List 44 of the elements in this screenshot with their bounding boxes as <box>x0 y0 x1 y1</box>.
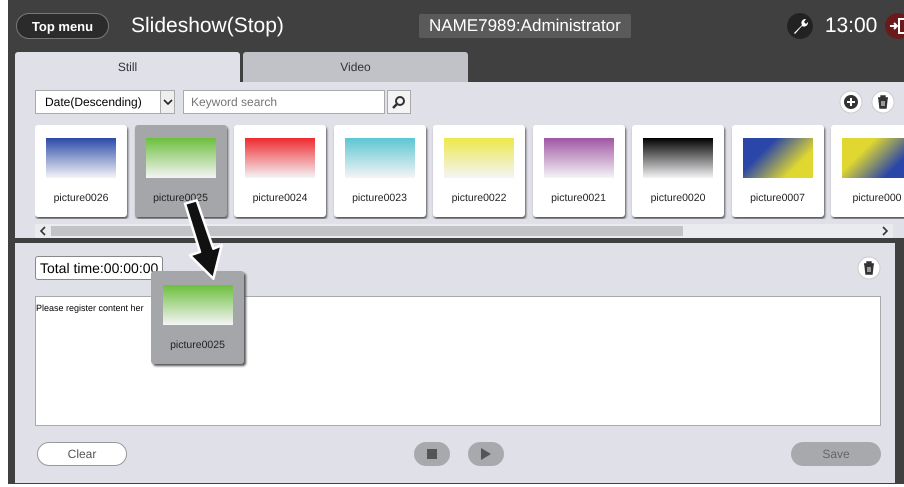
thumbnail-card[interactable]: picture0022 <box>433 125 525 217</box>
thumbnail-name: picture0020 <box>650 192 706 204</box>
trash-icon[interactable] <box>857 256 881 280</box>
playlist-hint: Please register content her <box>36 303 144 313</box>
thumbnail-card[interactable]: picture0023 <box>334 125 426 217</box>
search-field[interactable]: Keyword search <box>183 90 385 114</box>
add-icon[interactable] <box>839 90 863 114</box>
thumbnail-card[interactable]: picture0021 <box>532 125 624 217</box>
total-time-field: Total time:00:00:00 <box>35 256 164 280</box>
stop-icon <box>427 449 437 459</box>
trash-icon[interactable] <box>871 90 895 114</box>
search-icon <box>392 95 406 109</box>
thumbnail-name: picture0007 <box>750 192 805 204</box>
scroll-left-icon[interactable] <box>39 226 47 236</box>
thumbnail-name: picture000 <box>852 192 902 204</box>
clock-time: 13:00 <box>824 14 878 38</box>
caret-icon <box>162 99 172 105</box>
thumbnail-name: picture0022 <box>452 192 506 204</box>
thumbnail-name: picture0024 <box>252 192 308 204</box>
thumbnail-card[interactable]: picture0007 <box>732 125 824 217</box>
thumbnail-card[interactable]: picture0024 <box>234 125 326 217</box>
top-menu-button[interactable]: Top menu <box>16 13 109 39</box>
thumbnail-name: picture0025 <box>153 192 208 204</box>
logout-icon[interactable] <box>885 13 904 39</box>
settings-icon[interactable] <box>786 13 813 39</box>
tab[interactable]: Still <box>15 52 240 82</box>
sort-dropdown[interactable]: Date(Descending) <box>35 90 175 114</box>
search-button[interactable] <box>387 90 411 114</box>
screen-title: Slideshow(Stop) <box>131 14 285 38</box>
thumbnail-name: picture0025 <box>170 339 225 351</box>
thumbnail-name: picture0023 <box>352 192 407 204</box>
dragged-thumbnail-card[interactable]: picture0025 <box>151 271 244 364</box>
play-icon <box>481 448 491 460</box>
scrollbar[interactable] <box>35 224 893 238</box>
thumbnail-card[interactable]: picture000 <box>831 125 904 217</box>
scroll-right-icon[interactable] <box>881 226 889 236</box>
thumbnail-card[interactable]: picture0026 <box>35 125 127 217</box>
thumbnail-name: picture0026 <box>54 192 108 204</box>
thumbnail-card[interactable]: picture0020 <box>632 125 724 217</box>
thumbnail-card[interactable]: picture0025 <box>134 125 226 217</box>
tab[interactable]: Video <box>243 52 468 82</box>
clear-button[interactable]: Clear <box>37 442 127 466</box>
thumbnail-name: picture0021 <box>551 192 606 204</box>
user-label: NAME7989:Administrator <box>419 14 631 38</box>
